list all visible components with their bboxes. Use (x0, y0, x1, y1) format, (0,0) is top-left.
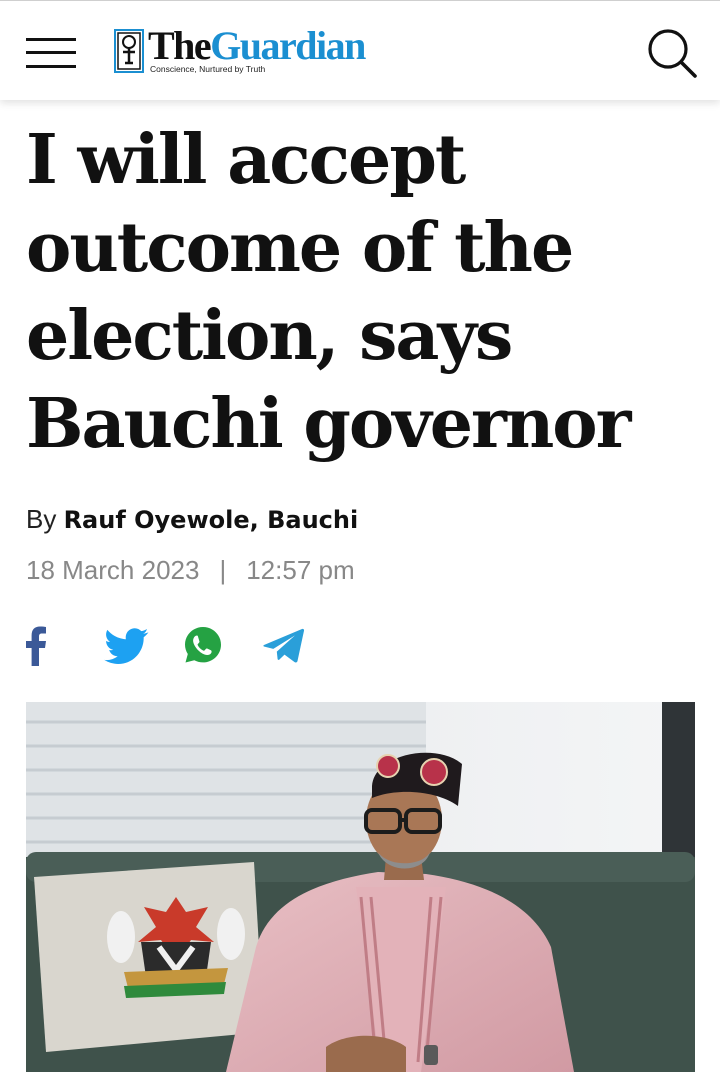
date-separator: | (219, 555, 227, 585)
publish-date: 18 March 2023 (26, 555, 200, 585)
logo-the: The (148, 23, 212, 68)
hamburger-menu-icon[interactable] (26, 38, 76, 72)
decorative-cushion (34, 862, 264, 1052)
logo-tagline: Conscience, Nurtured by Truth (150, 64, 266, 74)
dateline: 18 March 2023 | 12:57 pm (26, 555, 355, 586)
publish-time: 12:57 pm (246, 555, 355, 585)
byline: By Rauf Oyewole, Bauchi (26, 504, 358, 535)
article-photo (26, 702, 695, 1072)
whatsapp-icon[interactable] (182, 624, 224, 668)
article-headline: I will accept outcome of the election, s… (26, 120, 631, 464)
author-link[interactable]: Rauf Oyewole, Bauchi (64, 506, 359, 534)
logo-guardian: Guardian (210, 23, 366, 68)
site-logo[interactable]: TheGuardian Conscience, Nurtured by Trut… (114, 23, 414, 77)
twitter-icon[interactable] (104, 624, 150, 668)
site-header: TheGuardian Conscience, Nurtured by Trut… (0, 0, 720, 100)
window-blinds (26, 702, 426, 862)
facebook-icon[interactable] (24, 624, 48, 668)
telegram-icon[interactable] (262, 624, 306, 668)
search-icon[interactable] (646, 27, 698, 79)
byline-prefix: By (26, 504, 57, 534)
guardian-emblem-icon (114, 29, 144, 73)
